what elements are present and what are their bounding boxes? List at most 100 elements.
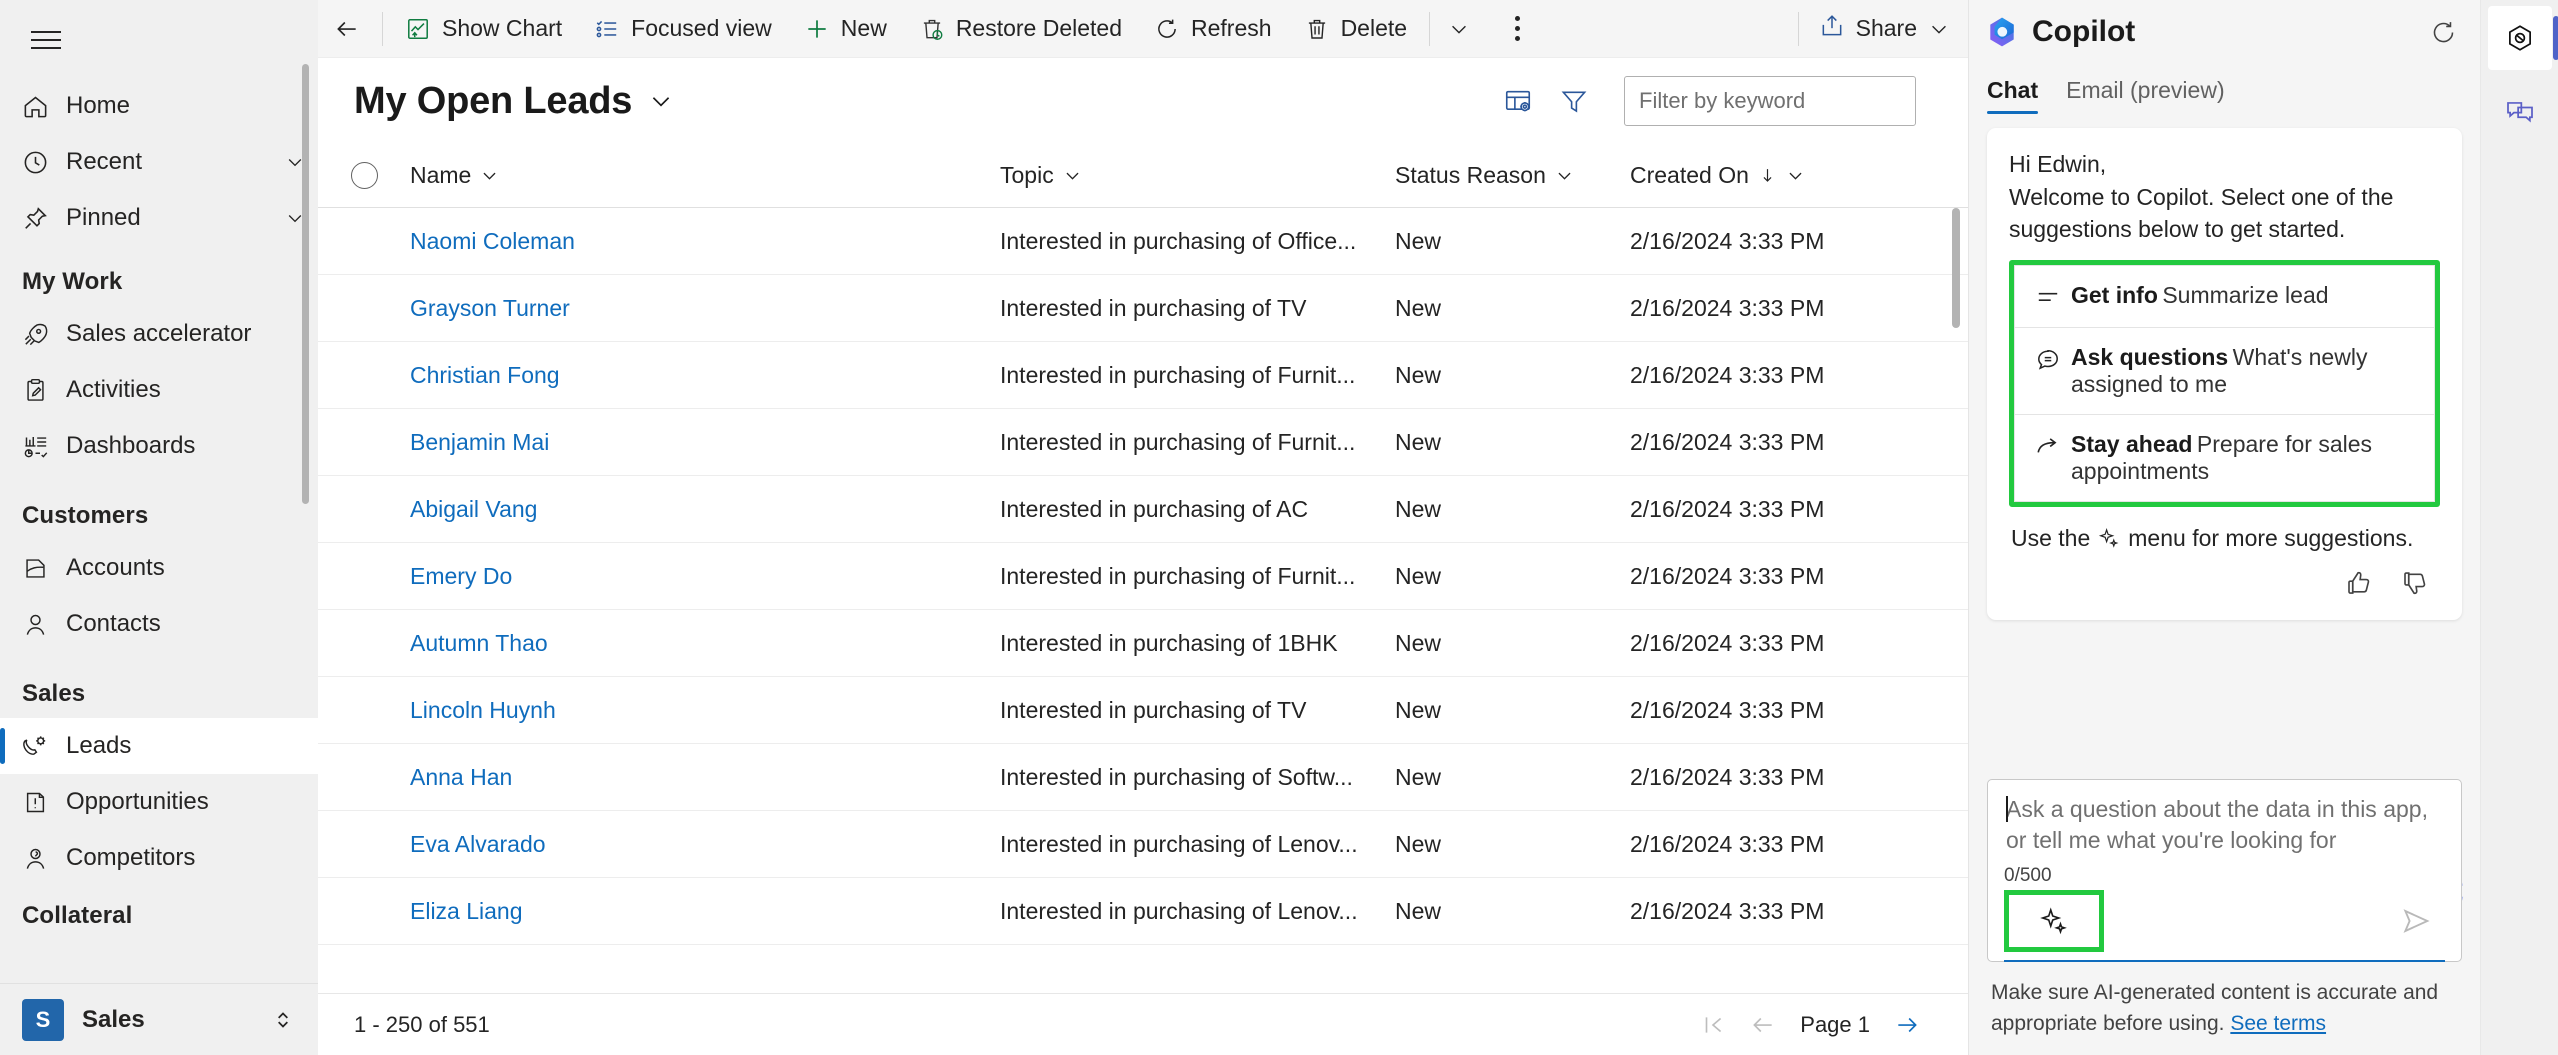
sidebar-item-pinned[interactable]: Pinned: [0, 190, 318, 246]
lead-created-on: 2/16/2024 3:33 PM: [1630, 629, 1825, 656]
chevron-down-icon[interactable]: [272, 152, 318, 172]
tab-email-preview[interactable]: Email (preview): [2066, 77, 2224, 114]
suggestion-stay-ahead[interactable]: Stay ahead Prepare for sales appointment…: [2014, 414, 2435, 502]
more-commands-icon[interactable]: [1492, 6, 1542, 52]
show-chart-button[interactable]: Show Chart: [389, 6, 578, 52]
lead-name-link[interactable]: Eliza Liang: [410, 898, 1000, 925]
lead-status-reason: New: [1395, 830, 1442, 857]
column-header-topic[interactable]: Topic: [1000, 162, 1395, 189]
prompt-suggestions-button[interactable]: [2004, 890, 2104, 953]
table-row[interactable]: Grayson Turner Interested in purchasing …: [318, 275, 1968, 342]
delete-button[interactable]: Delete: [1288, 6, 1423, 52]
table-row[interactable]: Autumn Thao Interested in purchasing of …: [318, 610, 1968, 677]
app-switcher-label: Sales: [82, 1005, 145, 1033]
lead-name-link[interactable]: Grayson Turner: [410, 295, 1000, 322]
sidebar-item-accounts[interactable]: Accounts: [0, 540, 318, 596]
sidebar-item-dashboards[interactable]: Dashboards: [0, 418, 318, 474]
lead-status-reason: New: [1395, 763, 1442, 790]
sidebar-item-sales-accelerator[interactable]: Sales accelerator: [0, 306, 318, 362]
page-title[interactable]: My Open Leads: [354, 80, 632, 123]
sidebar-item-opportunities[interactable]: Opportunities: [0, 774, 318, 830]
send-icon[interactable]: [2387, 892, 2445, 950]
column-label: Created On: [1630, 162, 1749, 188]
sidebar-scrollbar[interactable]: [302, 64, 309, 504]
search-input-wrapper[interactable]: [1624, 76, 1916, 126]
first-page-icon[interactable]: [1688, 1001, 1738, 1049]
share-button[interactable]: Share: [1805, 6, 1964, 52]
table-row[interactable]: Emery Do Interested in purchasing of Fur…: [318, 543, 1968, 610]
focused-view-button[interactable]: Focused view: [578, 6, 788, 52]
sidebar-item-label: Recent: [66, 148, 143, 175]
grid-footer: 1 - 250 of 551 Page 1: [318, 993, 1968, 1055]
lead-name-link[interactable]: Autumn Thao: [410, 630, 1000, 657]
thumbs-down-icon[interactable]: [2400, 568, 2434, 602]
divider: [1797, 11, 1799, 46]
table-row[interactable]: Naomi Coleman Interested in purchasing o…: [318, 208, 1968, 275]
greeting-line-1: Hi Edwin,: [2009, 151, 2107, 177]
refresh-button[interactable]: Refresh: [1138, 6, 1288, 52]
sidebar-item-competitors[interactable]: Competitors: [0, 830, 318, 886]
record-count-label: 1 - 250 of 551: [354, 1011, 490, 1037]
table-row[interactable]: Lincoln Huynh Interested in purchasing o…: [318, 677, 1968, 744]
suggestion-ask-questions[interactable]: Ask questions What's newly assigned to m…: [2014, 327, 2435, 415]
opportunity-icon: [22, 784, 66, 820]
lead-name-link[interactable]: Benjamin Mai: [410, 429, 1000, 456]
copilot-input-placeholder[interactable]: Ask a question about the data in this ap…: [2004, 794, 2445, 857]
refresh-chat-icon[interactable]: [2420, 9, 2466, 55]
sidebar-item-contacts[interactable]: Contacts: [0, 596, 318, 652]
view-selector-chevron-icon[interactable]: [648, 88, 674, 114]
new-button[interactable]: New: [788, 6, 903, 52]
table-row[interactable]: Christian Fong Interested in purchasing …: [318, 342, 1968, 409]
app-switcher[interactable]: S Sales: [0, 983, 318, 1055]
table-row[interactable]: Abigail Vang Interested in purchasing of…: [318, 476, 1968, 543]
lead-created-on: 2/16/2024 3:33 PM: [1630, 495, 1825, 522]
site-map-hamburger-icon[interactable]: [14, 8, 78, 72]
sidebar-group-my-work: My Work: [22, 268, 123, 295]
table-row[interactable]: Eliza Liang Interested in purchasing of …: [318, 878, 1968, 945]
tab-chat[interactable]: Chat: [1987, 77, 2039, 114]
column-label: Name: [410, 162, 472, 188]
chart-icon: [405, 16, 431, 42]
sidebar-item-label: Activities: [66, 376, 161, 403]
lead-name-link[interactable]: Christian Fong: [410, 362, 1000, 389]
edit-filters-icon[interactable]: [1546, 73, 1602, 129]
next-page-icon[interactable]: [1882, 1001, 1932, 1049]
sidebar-item-leads[interactable]: Leads: [0, 718, 318, 774]
lead-status-reason: New: [1395, 495, 1442, 522]
command-overflow-chevron-icon[interactable]: [1436, 6, 1482, 52]
lead-name-link[interactable]: Emery Do: [410, 563, 1000, 590]
sidebar-item-recent[interactable]: Recent: [0, 134, 318, 190]
restore-deleted-button[interactable]: Restore Deleted: [903, 6, 1138, 52]
chevron-down-icon: [483, 172, 496, 180]
thumbs-up-icon[interactable]: [2344, 568, 2378, 602]
table-row[interactable]: Anna Han Interested in purchasing of Sof…: [318, 744, 1968, 811]
column-header-name[interactable]: Name: [410, 162, 1000, 189]
lead-topic: Interested in purchasing of TV: [1000, 294, 1307, 321]
copilot-input-wrapper[interactable]: Ask a question about the data in this ap…: [1987, 778, 2462, 963]
column-header-created-on[interactable]: Created On: [1630, 162, 1930, 189]
sidebar-item-home[interactable]: Home: [0, 78, 318, 134]
lead-topic: Interested in purchasing of 1BHK: [1000, 629, 1338, 656]
lead-name-link[interactable]: Naomi Coleman: [410, 228, 1000, 255]
lead-name-link[interactable]: Eva Alvarado: [410, 831, 1000, 858]
table-row[interactable]: Eva Alvarado Interested in purchasing of…: [318, 811, 1968, 878]
suggestion-get-info[interactable]: Get info Summarize lead: [2014, 264, 2435, 328]
copilot-feedback: [2009, 552, 2440, 608]
back-arrow-icon[interactable]: [318, 0, 376, 58]
previous-page-icon[interactable]: [1738, 1001, 1788, 1049]
lead-name-link[interactable]: Anna Han: [410, 764, 1000, 791]
select-all-checkbox[interactable]: [318, 162, 410, 189]
copilot-rail-icon[interactable]: [2487, 6, 2558, 70]
grid-scrollbar[interactable]: [1952, 208, 1960, 328]
table-row[interactable]: Benjamin Mai Interested in purchasing of…: [318, 409, 1968, 476]
sidebar-item-label: Home: [66, 92, 131, 119]
see-terms-link[interactable]: See terms: [2230, 1012, 2326, 1035]
lead-name-link[interactable]: Lincoln Huynh: [410, 697, 1000, 724]
edit-columns-icon[interactable]: [1490, 73, 1546, 129]
lead-name-link[interactable]: Abigail Vang: [410, 496, 1000, 523]
sidebar-item-activities[interactable]: Activities: [0, 362, 318, 418]
search-input[interactable]: [1639, 88, 1901, 114]
chevron-down-icon[interactable]: [272, 208, 318, 228]
column-header-status-reason[interactable]: Status Reason: [1395, 162, 1630, 189]
chat-rail-icon[interactable]: [2488, 80, 2552, 144]
